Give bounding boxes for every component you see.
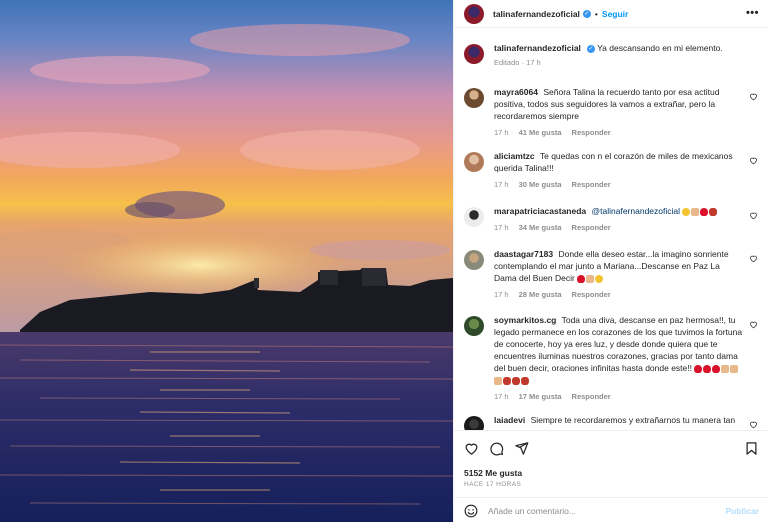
comment-text: Siempre te recordaremos y extrañarnos tu… xyxy=(530,415,736,425)
more-options-icon[interactable]: ••• xyxy=(746,8,759,19)
comment-icon[interactable] xyxy=(489,441,504,456)
heart-emoji-icon xyxy=(694,364,703,373)
comment-meta: 17 h 28 Me gusta Responder xyxy=(494,290,744,300)
share-icon[interactable] xyxy=(514,441,529,456)
comment-mention[interactable]: @talinafernandezoficial xyxy=(592,206,681,216)
comment-time[interactable]: 17 h xyxy=(494,128,509,137)
separator-dot: • xyxy=(594,8,598,19)
comment-time[interactable]: 17 h xyxy=(494,290,509,299)
like-icon[interactable] xyxy=(464,441,479,456)
caption-text: Ya descansando en mi elemento. xyxy=(597,43,723,53)
comment-username[interactable]: soymarkitos.cg xyxy=(494,315,556,325)
likes-count[interactable]: 5152 Me gusta xyxy=(464,468,522,478)
post-side-panel: talinafernandezoficial ✓ • Seguir ••• ta… xyxy=(453,0,768,522)
reply-button[interactable]: Responder xyxy=(572,128,611,137)
commenter-avatar[interactable] xyxy=(464,250,484,270)
sunset-sea-image xyxy=(0,0,453,522)
author-avatar[interactable] xyxy=(464,44,484,64)
comment-username[interactable]: laiadevi xyxy=(494,415,525,425)
post-header: talinafernandezoficial ✓ • Seguir ••• xyxy=(454,0,768,28)
smile-emoji-icon xyxy=(682,207,691,216)
comment-username[interactable]: aliciamtzc xyxy=(494,151,535,161)
pray-emoji-icon xyxy=(494,376,502,385)
heart-small-icon[interactable] xyxy=(749,420,758,429)
reply-button[interactable]: Responder xyxy=(572,290,611,299)
comment-likes[interactable]: 41 Me gusta xyxy=(519,128,562,137)
rose-emoji-icon xyxy=(709,207,718,216)
comment-item: laiadevi Siempre te recordaremos y extra… xyxy=(464,414,762,430)
comment-item: daastagar7183 Donde ella deseo estar...l… xyxy=(464,248,762,300)
rose-emoji-icon xyxy=(512,376,520,385)
heart-small-icon[interactable] xyxy=(749,156,758,165)
comment-time[interactable]: 17 h xyxy=(494,223,509,232)
author-avatar[interactable] xyxy=(464,3,484,24)
caption-meta: Editado · 17 h xyxy=(494,58,541,67)
heart-emoji-icon xyxy=(703,364,712,373)
reply-button[interactable]: Responder xyxy=(572,180,611,189)
smile-emoji-icon xyxy=(595,274,604,283)
comment-item: soymarkitos.cg Toda una diva, descanse e… xyxy=(464,314,762,402)
post-photo[interactable] xyxy=(0,0,453,522)
comment-username[interactable]: marapatriciacastaneda xyxy=(494,206,586,216)
rose-emoji-icon xyxy=(503,376,511,385)
comment-meta: 17 h 30 Me gusta Responder xyxy=(494,180,744,190)
comment-likes[interactable]: 30 Me gusta xyxy=(519,180,562,189)
comment-meta: 17 h 34 Me gusta Responder xyxy=(494,223,744,233)
reply-button[interactable]: Responder xyxy=(572,392,611,401)
comment-meta: 17 h 17 Me gusta Responder xyxy=(494,392,744,402)
publish-button[interactable]: Publicar xyxy=(725,506,759,516)
heart-small-icon[interactable] xyxy=(749,92,758,101)
pray-emoji-icon xyxy=(586,274,595,283)
commenter-avatar[interactable] xyxy=(464,416,484,430)
posted-time: HACE 17 HORAS xyxy=(464,481,522,488)
comment-username[interactable]: daastagar7183 xyxy=(494,249,553,259)
author-username[interactable]: talinafernandezoficial xyxy=(493,9,580,19)
comment-time[interactable]: 17 h xyxy=(494,392,509,401)
caption-username[interactable]: talinafernandezoficial xyxy=(494,43,581,53)
commenter-avatar[interactable] xyxy=(464,316,484,336)
heart-small-icon[interactable] xyxy=(749,320,758,329)
heart-emoji-icon xyxy=(700,207,709,216)
comments-list[interactable]: talinafernandezoficial ✓ Ya descansando e… xyxy=(454,28,768,430)
commenter-avatar[interactable] xyxy=(464,88,484,108)
pray-emoji-icon xyxy=(721,364,730,373)
comment-username[interactable]: mayra6064 xyxy=(494,87,538,97)
comment-meta: 17 h 41 Me gusta Responder xyxy=(494,128,744,138)
save-icon[interactable] xyxy=(744,441,759,456)
comment-item: marapatriciacastaneda @talinafernandezof… xyxy=(464,205,762,233)
comment-item: mayra6064 Señora Talina la recuerdo tant… xyxy=(464,86,762,138)
heart-emoji-icon xyxy=(712,364,721,373)
post-caption: talinafernandezoficial ✓ Ya descansando e… xyxy=(464,42,762,68)
verified-icon: ✓ xyxy=(582,9,591,18)
commenter-avatar[interactable] xyxy=(464,207,484,227)
verified-icon: ✓ xyxy=(586,44,595,53)
comment-time[interactable]: 17 h xyxy=(494,180,509,189)
add-comment-bar: Publicar xyxy=(454,497,768,522)
action-icons xyxy=(464,441,529,456)
comment-likes[interactable]: 34 Me gusta xyxy=(519,223,562,232)
heart-emoji-icon xyxy=(577,274,586,283)
comment-likes[interactable]: 28 Me gusta xyxy=(519,290,562,299)
post-modal: talinafernandezoficial ✓ • Seguir ••• ta… xyxy=(0,0,768,522)
comment-input[interactable] xyxy=(488,505,708,516)
reply-button[interactable]: Responder xyxy=(572,223,611,232)
comment-likes[interactable]: 17 Me gusta xyxy=(519,392,562,401)
commenter-avatar[interactable] xyxy=(464,152,484,172)
emoji-icon[interactable] xyxy=(464,504,478,518)
follow-button[interactable]: Seguir xyxy=(602,9,628,19)
post-actions: 5152 Me gusta HACE 17 HORAS Publicar xyxy=(454,430,768,522)
heart-small-icon[interactable] xyxy=(749,254,758,263)
heart-small-icon[interactable] xyxy=(749,211,758,220)
pray-emoji-icon xyxy=(730,364,739,373)
rose-emoji-icon xyxy=(521,376,529,385)
pray-emoji-icon xyxy=(691,207,700,216)
comment-item: aliciamtzc Te quedas con n el corazón de… xyxy=(464,150,762,190)
